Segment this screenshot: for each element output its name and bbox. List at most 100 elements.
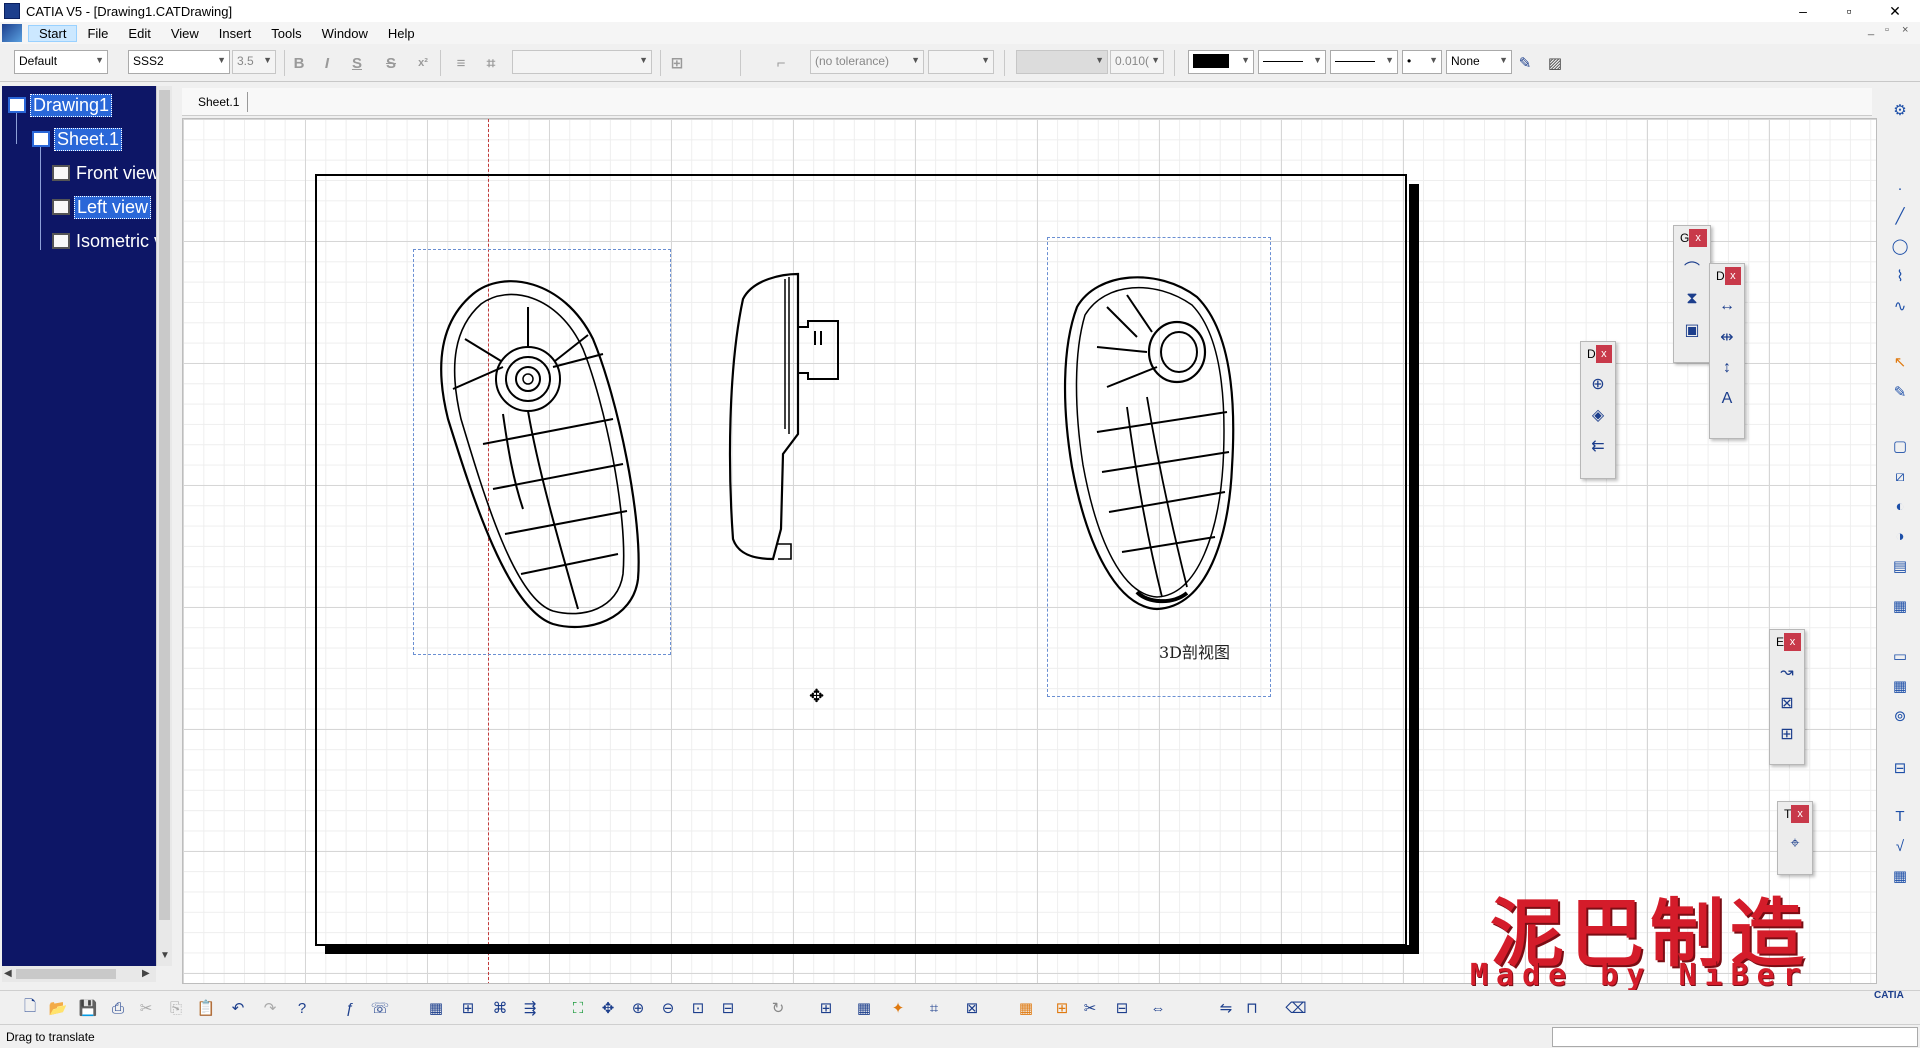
scroll-down-icon[interactable]: ▼ [160,950,170,961]
tree-item-left-view[interactable]: Left view [52,195,152,219]
transform-icon[interactable]: ▣ [1679,317,1705,343]
wizard-icon[interactable]: ▦ [1888,594,1912,618]
area-fill-icon[interactable]: ◈ [1585,402,1611,428]
mdi-close-button[interactable]: × [1902,24,1908,36]
dimension-properties-icon[interactable]: ⊞ [666,52,688,74]
tolerance-value-combo[interactable]: ▼ [928,50,994,74]
measure-icon[interactable]: ⇶ [518,996,542,1020]
library-icon[interactable]: ⌘ [488,996,512,1020]
filter-generated-icon[interactable]: ⊟ [1110,996,1134,1020]
align-text-icon[interactable]: ≡ [450,52,472,74]
mdi-maximize-button[interactable]: ▫ [1885,24,1889,36]
font-size-combo[interactable]: 3.5 ▼ [232,50,276,74]
dimension-icon[interactable]: ↔ [1714,293,1740,319]
zoom-area-icon[interactable]: ⊡ [686,996,710,1020]
tree-item-drawing[interactable]: Drawing1 [8,93,113,117]
floating-toolbar-header[interactable]: Gx [1674,226,1710,250]
floating-toolbar-header[interactable]: Tx [1778,802,1812,826]
floating-toolbar-header[interactable]: Dx [1710,264,1744,288]
zoom-out-icon[interactable]: ⊖ [656,996,680,1020]
tolerance-description-icon[interactable]: ⌐ [770,52,792,74]
catalog-icon[interactable]: ▦ [424,996,448,1020]
close-button[interactable]: ✕ [1872,0,1918,22]
broken-view-icon[interactable]: ▤ [1888,554,1912,578]
normal-view-icon[interactable]: ⊟ [716,996,740,1020]
magnet-icon[interactable]: ⊓ [1240,996,1264,1020]
tree-item-front-view[interactable]: Front view [52,162,156,184]
dimension-system-icon[interactable]: ⊠ [960,996,984,1020]
floating-toolbar-header[interactable]: Ex [1770,630,1804,654]
spline-icon[interactable]: ∿ [1888,294,1912,318]
workbench-icon[interactable]: ⚙ [1888,98,1912,122]
circle-icon[interactable]: ◯ [1888,234,1912,258]
line-type-combo[interactable]: ▼ [1330,50,1398,74]
tree-item-sheet[interactable]: Sheet.1 [32,127,123,151]
balloon-icon[interactable]: ⊚ [1888,704,1912,728]
corner-icon[interactable]: ⌒ [1679,255,1705,281]
chained-dimension-icon[interactable]: ⇹ [1714,324,1740,350]
anchor-point-icon[interactable]: ⌗ [480,52,502,74]
mirror-icon[interactable]: ⧗ [1679,286,1705,312]
tab-sheet-1[interactable]: Sheet.1 [190,92,249,112]
isometric-view-drawing[interactable] [1047,237,1271,617]
scrollbar-thumb[interactable] [16,969,116,979]
close-toolbar-button[interactable]: x [1784,633,1801,651]
point-icon[interactable]: · [1888,176,1912,200]
front-view-drawing[interactable] [413,249,671,655]
text-with-leader-icon[interactable]: ⌖ [1782,831,1808,857]
close-toolbar-button[interactable]: x [1595,345,1612,363]
italic-button[interactable]: I [316,52,338,74]
open-file-icon[interactable]: 📂 [46,996,70,1020]
update-drawing-icon[interactable]: ⊞ [1774,721,1800,747]
close-toolbar-button[interactable]: x [1724,267,1741,285]
precision-combo[interactable]: 0.010(▼ [1110,50,1164,74]
tree-horizontal-scrollbar[interactable]: ◀ ▶ [2,966,156,982]
paste-icon[interactable]: 📋 [194,996,218,1020]
table-icon[interactable]: ▦ [1888,674,1912,698]
catia-logo-icon[interactable] [2,24,22,42]
whats-this-icon[interactable]: ? [290,996,314,1020]
copy-icon[interactable]: ⎘ [164,996,188,1020]
line-thickness-combo[interactable]: ▼ [1258,50,1326,74]
tree-item-isometric-view[interactable]: Isometric view [52,230,156,252]
scroll-left-icon[interactable]: ◀ [4,968,12,979]
zoom-in-icon[interactable]: ⊕ [626,996,650,1020]
point-symbol-combo[interactable]: • ▼ [1402,50,1442,74]
redo-icon[interactable]: ↷ [258,996,282,1020]
menu-insert[interactable]: Insert [209,26,262,41]
menu-tools[interactable]: Tools [261,26,311,41]
superscript-button[interactable]: x² [412,52,434,74]
mdi-minimize-button[interactable]: _ [1868,24,1874,36]
drawing-canvas[interactable]: 3D剖视图 ✥ Gx ⌒ ⧗ ▣ Dx ↔ ⇹ ↕ A Dx ⊕ ◈ ⇇ Ex … [182,118,1877,984]
new-file-icon[interactable]: 🗋 [18,996,42,1020]
pan-icon[interactable]: ✥ [596,996,620,1020]
menu-edit[interactable]: Edit [118,26,160,41]
area-fill-grid-icon[interactable]: ▦ [1014,996,1038,1020]
scrollbar-thumb[interactable] [159,90,170,920]
detail-view-icon[interactable]: ◐ [1888,494,1912,518]
floating-toolbar-header[interactable]: Dx [1581,342,1615,366]
font-combo[interactable]: SSS2 ▼ [128,50,230,74]
area-fill-icon[interactable]: ▨ [1544,52,1566,74]
update-views-icon[interactable]: ⊠ [1774,690,1800,716]
design-table-icon[interactable]: ⊞ [456,996,480,1020]
analysis-display-icon[interactable]: ⌗ [922,996,946,1020]
undo-icon[interactable]: ↶ [226,996,250,1020]
left-view-drawing[interactable] [723,269,843,609]
print-icon[interactable]: ⎙ [106,996,130,1020]
knowledge-icon[interactable]: ☏ [368,996,392,1020]
cut-view-icon[interactable]: ✂ [1078,996,1102,1020]
roughness-icon[interactable]: √ [1888,834,1912,858]
text-frame-combo[interactable]: ▼ [512,50,652,74]
insert-icon[interactable]: ⊟ [1888,756,1912,780]
sketcher-grid-icon[interactable]: ▦ [852,996,876,1020]
sketch-icon[interactable]: ✎ [1888,380,1912,404]
pattern-combo[interactable]: None ▼ [1446,50,1512,74]
text-annotation-icon[interactable]: A [1714,386,1740,412]
center-line-icon[interactable]: ⊕ [1585,371,1611,397]
specification-tree[interactable]: Drawing1 Sheet.1 Front view Left view Is… [2,86,156,966]
snap-to-point-icon[interactable]: ✦ [886,996,910,1020]
select-icon[interactable]: ↖ [1888,350,1912,374]
save-icon[interactable]: 💾 [76,996,100,1020]
arrow-icon[interactable]: ⇇ [1585,433,1611,459]
